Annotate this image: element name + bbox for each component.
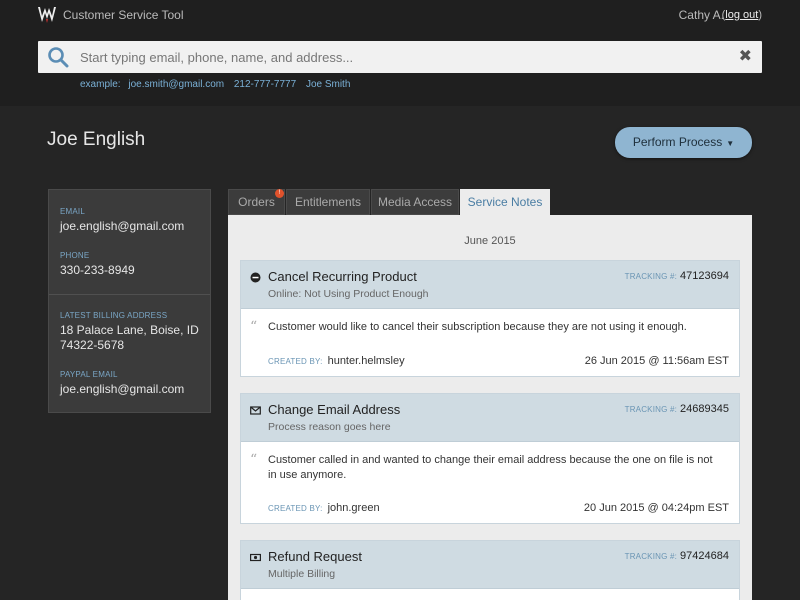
note-text: Customer called in and wanted to change … (268, 454, 713, 481)
caret-down-icon: ▼ (726, 139, 735, 148)
tracking-value: 97424684 (680, 550, 729, 562)
tracking-number: TRACKING #: 97424684 (625, 550, 729, 562)
money-icon (250, 553, 261, 562)
billing-address-line1: 18 Palace Lane, Boise, ID (60, 323, 199, 337)
email-value: joe.english@gmail.com (60, 219, 185, 233)
tracking-value: 47123694 (680, 270, 729, 282)
note-body: “ Customer called in and wanted to chang… (241, 442, 739, 514)
note-card: Change Email Address Process reason goes… (240, 393, 740, 524)
clear-search-icon[interactable]: ✖ (739, 48, 752, 66)
tab-media-access[interactable]: Media Access (371, 189, 459, 215)
tab-media-access-label: Media Access (377, 195, 453, 209)
created-by-value: john.green (327, 502, 380, 514)
search-examples: example: joe.smith@gmail.com 212-777-777… (80, 79, 357, 90)
envelope-icon (250, 406, 261, 415)
search-bar: ✖ (38, 41, 762, 73)
note-header: Change Email Address Process reason goes… (241, 394, 739, 442)
note-subtitle: Process reason goes here (268, 421, 391, 433)
note-title: Change Email Address (268, 402, 401, 417)
note-timestamp: 20 Jun 2015 @ 04:24pm EST (583, 502, 729, 514)
tracking-number: TRACKING #: 24689345 (625, 403, 729, 415)
quote-icon: “ (250, 452, 258, 468)
search-icon[interactable] (47, 46, 69, 68)
note-subtitle: Online: Not Using Product Enough (268, 288, 429, 300)
billing-address-label: LATEST BILLING ADDRESS (60, 311, 168, 320)
tab-service-notes-label: Service Notes (467, 195, 543, 209)
example-name-link[interactable]: Joe Smith (306, 79, 350, 90)
email-label: EMAIL (60, 207, 86, 216)
billing-address-line2: 74322-5678 (60, 338, 125, 352)
tracking-label: TRACKING #: (624, 552, 678, 561)
app-title: Customer Service Tool (63, 8, 184, 22)
example-email-link[interactable]: joe.smith@gmail.com (128, 79, 224, 90)
note-header: Refund Request Multiple Billing TRACKING… (241, 541, 739, 589)
note-title: Refund Request (268, 549, 362, 564)
note-header: Cancel Recurring Product Online: Not Usi… (241, 261, 739, 309)
tab-service-notes[interactable]: Service Notes (460, 189, 550, 216)
brand-logo-icon (38, 7, 56, 23)
tracking-value: 24689345 (680, 403, 729, 415)
examples-label: example: (80, 79, 121, 90)
minus-circle-icon (250, 272, 261, 283)
created-by: CREATED BY: hunter.helmsley (268, 355, 405, 367)
note-card: Cancel Recurring Product Online: Not Usi… (240, 260, 740, 377)
logout-link[interactable]: log out (725, 9, 758, 21)
tracking-number: TRACKING #: 47123694 (625, 270, 729, 282)
note-title: Cancel Recurring Product (268, 269, 417, 284)
created-by-label: CREATED BY: (268, 357, 323, 366)
month-heading: June 2015 (464, 235, 516, 247)
created-by: CREATED BY: john.green (268, 502, 380, 514)
info-divider (49, 294, 210, 295)
note-text: Customer would like to cancel their subs… (268, 321, 687, 333)
service-notes-panel: June 2015 Cancel Recurring Product Onlin… (228, 215, 752, 600)
alert-badge: ! (275, 189, 284, 198)
tracking-label: TRACKING #: (624, 272, 678, 281)
paypal-email-value: joe.english@gmail.com (60, 382, 185, 396)
top-bar: Customer Service Tool Cathy A. (log out)… (0, 0, 800, 106)
logout-wrapper: (log out) (721, 9, 762, 21)
tab-orders[interactable]: Orders ! (228, 189, 285, 215)
note-subtitle: Multiple Billing (268, 568, 336, 580)
paypal-email-label: PAYPAL EMAIL (60, 370, 118, 379)
perform-process-label: Perform Process (632, 135, 723, 149)
customer-name: Joe English (47, 129, 146, 150)
search-input[interactable] (80, 45, 720, 69)
customer-info-panel: EMAIL joe.english@gmail.com PHONE 330-23… (48, 189, 211, 413)
note-timestamp: 26 Jun 2015 @ 11:56am EST (584, 355, 729, 367)
note-card: Refund Request Multiple Billing TRACKING… (240, 540, 740, 600)
tab-entitlements-label: Entitlements (294, 195, 362, 209)
created-by-value: hunter.helmsley (327, 355, 405, 367)
quote-icon: “ (250, 319, 258, 335)
note-body: “ Customer would like to cancel their su… (241, 309, 739, 377)
phone-label: PHONE (60, 251, 90, 260)
perform-process-button[interactable]: Perform Process ▼ (615, 127, 752, 158)
tab-entitlements[interactable]: Entitlements (286, 189, 370, 215)
user-name: Cathy A. (678, 8, 724, 22)
created-by-label: CREATED BY: (268, 504, 323, 513)
tracking-label: TRACKING #: (624, 405, 678, 414)
example-phone-link[interactable]: 212-777-7777 (234, 79, 296, 90)
tab-orders-label: Orders (238, 195, 275, 209)
phone-value: 330-233-8949 (60, 263, 135, 277)
